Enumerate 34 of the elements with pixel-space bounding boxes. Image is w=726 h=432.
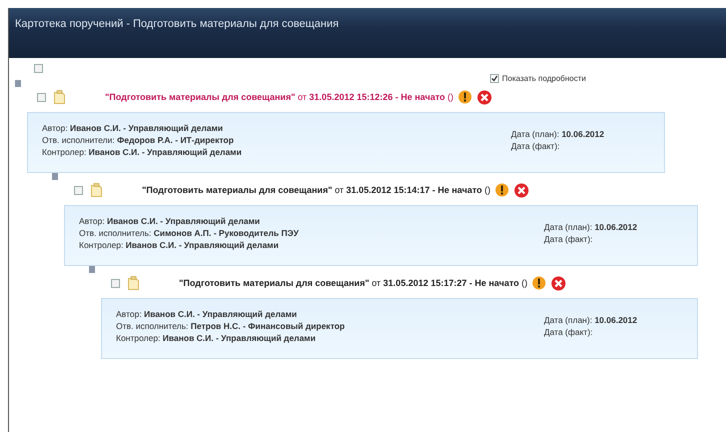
detail-line: Контролер: Иванов С.И. - Управляющий делами	[116, 332, 317, 344]
delete-icon[interactable]	[551, 276, 566, 290]
detail-line: Автор: Иванов С.И. - Управляющий делами	[79, 215, 261, 227]
detail-line: Отв. исполнитель: Петров Н.С. - Финансовый директор	[116, 320, 345, 332]
task-title[interactable]: "Подготовить материалы для совещания" от 31.05.2012 15:17:27 - Не начато ()	[179, 278, 528, 288]
date-line: Дата (факт):	[544, 233, 594, 245]
document-icon[interactable]	[128, 276, 139, 290]
document-icon[interactable]	[91, 183, 102, 197]
detail-line: Автор: Иванов С.И. - Управляющий делами	[42, 122, 224, 134]
detail-line: Контролер: Иванов С.И. - Управляющий делами	[42, 146, 242, 158]
document-icon[interactable]	[54, 90, 65, 104]
date-line: Дата (план): 10.06.2012	[511, 128, 606, 140]
row-checkbox[interactable]	[37, 92, 46, 102]
date-line: Дата (план): 10.06.2012	[544, 221, 638, 233]
task-title[interactable]: "Подготовить материалы для совещания" от 31.05.2012 15:14:17 - Не начато ()	[142, 185, 490, 195]
detail-line: Контролер: Иванов С.И. - Управляющий делами	[79, 239, 280, 251]
details-checkbox[interactable]	[490, 74, 500, 82]
date-line: Дата (план): 10.06.2012	[544, 314, 638, 326]
warning-icon[interactable]	[458, 90, 472, 104]
checkbox-label: Показать подробности	[502, 74, 586, 82]
row-checkbox[interactable]	[74, 186, 83, 194]
row-checkbox[interactable]	[111, 278, 120, 288]
detail-line: Отв. исполнители: Федоров Р.А. - ИТ-директор	[42, 134, 235, 146]
warning-icon[interactable]	[495, 183, 510, 197]
warning-icon[interactable]	[532, 276, 546, 290]
select-all-checkbox[interactable]	[34, 64, 43, 73]
detail-line: Отв. исполнитель: Симонов А.П. - Руководитель ПЭУ	[79, 227, 299, 239]
date-line: Дата (факт):	[544, 326, 594, 338]
date-line: Дата (факт):	[511, 140, 561, 152]
delete-icon[interactable]	[477, 90, 492, 104]
task-title[interactable]: "Подготовить материалы для совещания" от 31.05.2012 15:12:26 - Не начато ()	[105, 92, 454, 102]
delete-icon[interactable]	[514, 182, 530, 198]
detail-line: Автор: Иванов С.И. - Управляющий делами	[116, 308, 298, 320]
window-title: Картотека поручений - Подготовить материалы для совещания	[15, 18, 339, 30]
